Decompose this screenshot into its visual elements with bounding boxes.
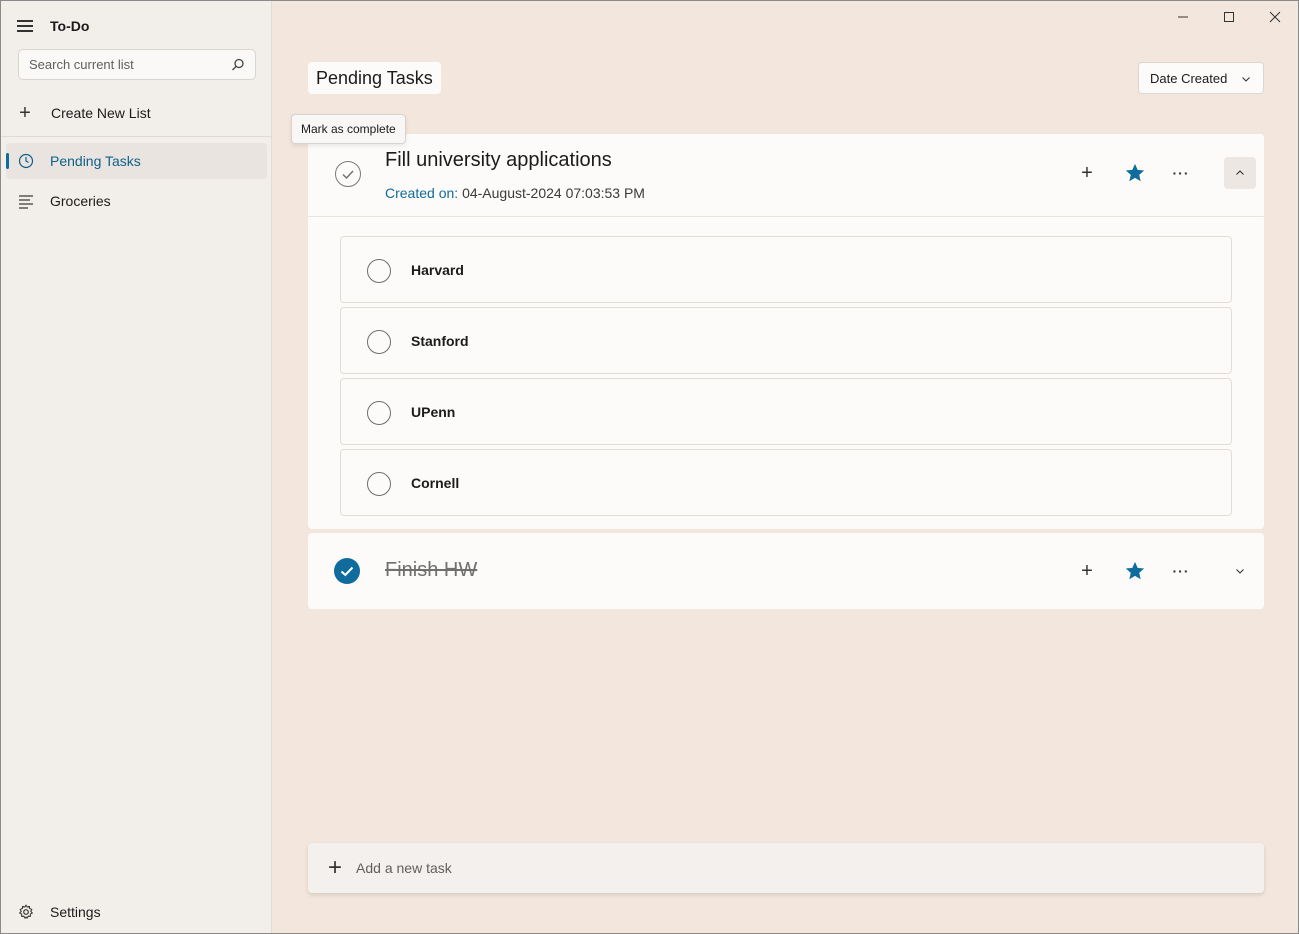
- page-title: Pending Tasks: [308, 62, 441, 94]
- star-button[interactable]: [1120, 158, 1150, 188]
- create-new-list-label: Create New List: [51, 105, 151, 121]
- search-input[interactable]: [29, 57, 231, 72]
- more-icon: ···: [1172, 563, 1190, 579]
- task-title: Finish HW: [385, 559, 478, 581]
- mark-complete-checkbox[interactable]: [335, 161, 361, 187]
- created-value: 04-August-2024 07:03:53 PM: [462, 185, 645, 201]
- star-icon: [1125, 163, 1145, 182]
- more-icon: ···: [1172, 165, 1190, 181]
- task-title: Fill university applications: [385, 149, 612, 171]
- close-icon: [1269, 11, 1281, 23]
- subtask-label: Stanford: [411, 333, 469, 349]
- hamburger-menu-icon[interactable]: [17, 20, 33, 32]
- check-icon: [340, 566, 354, 577]
- task-header: Fill university applications Created on:…: [308, 134, 1264, 217]
- subtask-checkbox[interactable]: [367, 330, 391, 354]
- settings-button[interactable]: Settings: [18, 901, 101, 923]
- subtask-label: Cornell: [411, 475, 460, 491]
- close-button[interactable]: [1252, 1, 1298, 33]
- task-card[interactable]: Fill university applications Created on:…: [308, 134, 1264, 529]
- list-icon: [19, 195, 33, 209]
- created-label: Created on:: [385, 185, 459, 201]
- chevron-down-icon: [1242, 77, 1250, 82]
- task-created-info: Created on: 04-August-2024 07:03:53 PM: [385, 185, 645, 201]
- sidebar-divider: [1, 136, 272, 137]
- mark-complete-checkbox[interactable]: [334, 558, 360, 584]
- star-icon: [1125, 561, 1145, 580]
- app-title: To-Do: [50, 18, 90, 34]
- expand-button[interactable]: [1224, 555, 1256, 587]
- sort-dropdown[interactable]: Date Created: [1138, 62, 1264, 94]
- subtask-checkbox[interactable]: [367, 259, 391, 283]
- sidebar-item-groceries[interactable]: Groceries: [6, 183, 267, 219]
- create-new-list-button[interactable]: + Create New List: [17, 101, 151, 125]
- sidebar: To-Do + Create New List Pending Tasks: [1, 1, 272, 933]
- add-task-bar[interactable]: +: [308, 843, 1264, 893]
- subtask-item[interactable]: Harvard: [340, 236, 1232, 303]
- subtask-item[interactable]: UPenn: [340, 378, 1232, 445]
- check-icon: [342, 170, 354, 180]
- app-window: To-Do + Create New List Pending Tasks: [0, 0, 1299, 934]
- minimize-icon: [1178, 16, 1188, 18]
- clock-icon: [18, 153, 34, 169]
- chevron-down-icon: [1236, 569, 1244, 574]
- selection-indicator: [6, 153, 9, 169]
- subtask-checkbox[interactable]: [367, 401, 391, 425]
- window-controls: [1160, 1, 1298, 33]
- sidebar-item-pending-tasks[interactable]: Pending Tasks: [6, 143, 267, 179]
- task-card[interactable]: Finish HW + ···: [308, 533, 1264, 609]
- minimize-button[interactable]: [1160, 1, 1206, 33]
- subtask-item[interactable]: Cornell: [340, 449, 1232, 516]
- subtask-checkbox[interactable]: [367, 472, 391, 496]
- gear-icon: [18, 904, 34, 920]
- tooltip: Mark as complete: [291, 114, 406, 144]
- add-subtask-button[interactable]: +: [1072, 556, 1102, 586]
- search-box[interactable]: [18, 49, 256, 80]
- collapse-button[interactable]: [1224, 157, 1256, 189]
- search-icon[interactable]: [231, 58, 245, 72]
- maximize-icon: [1224, 12, 1234, 22]
- sidebar-item-label: Pending Tasks: [50, 153, 141, 169]
- more-options-button[interactable]: ···: [1166, 556, 1196, 586]
- more-options-button[interactable]: ···: [1166, 158, 1196, 188]
- subtask-label: Harvard: [411, 262, 464, 278]
- add-task-input[interactable]: [356, 860, 1264, 876]
- add-subtask-button[interactable]: +: [1072, 158, 1102, 188]
- subtask-item[interactable]: Stanford: [340, 307, 1232, 374]
- sidebar-item-label: Groceries: [50, 193, 111, 209]
- settings-label: Settings: [50, 904, 101, 920]
- maximize-button[interactable]: [1206, 1, 1252, 33]
- plus-icon: +: [1081, 161, 1093, 184]
- sort-selected-value: Date Created: [1150, 70, 1228, 86]
- plus-icon: +: [19, 102, 31, 124]
- plus-icon: +: [1081, 559, 1093, 582]
- chevron-up-icon: [1236, 170, 1244, 175]
- subtask-label: UPenn: [411, 404, 456, 420]
- plus-icon: +: [328, 854, 343, 881]
- star-button[interactable]: [1120, 556, 1150, 586]
- app-header: To-Do: [17, 15, 89, 37]
